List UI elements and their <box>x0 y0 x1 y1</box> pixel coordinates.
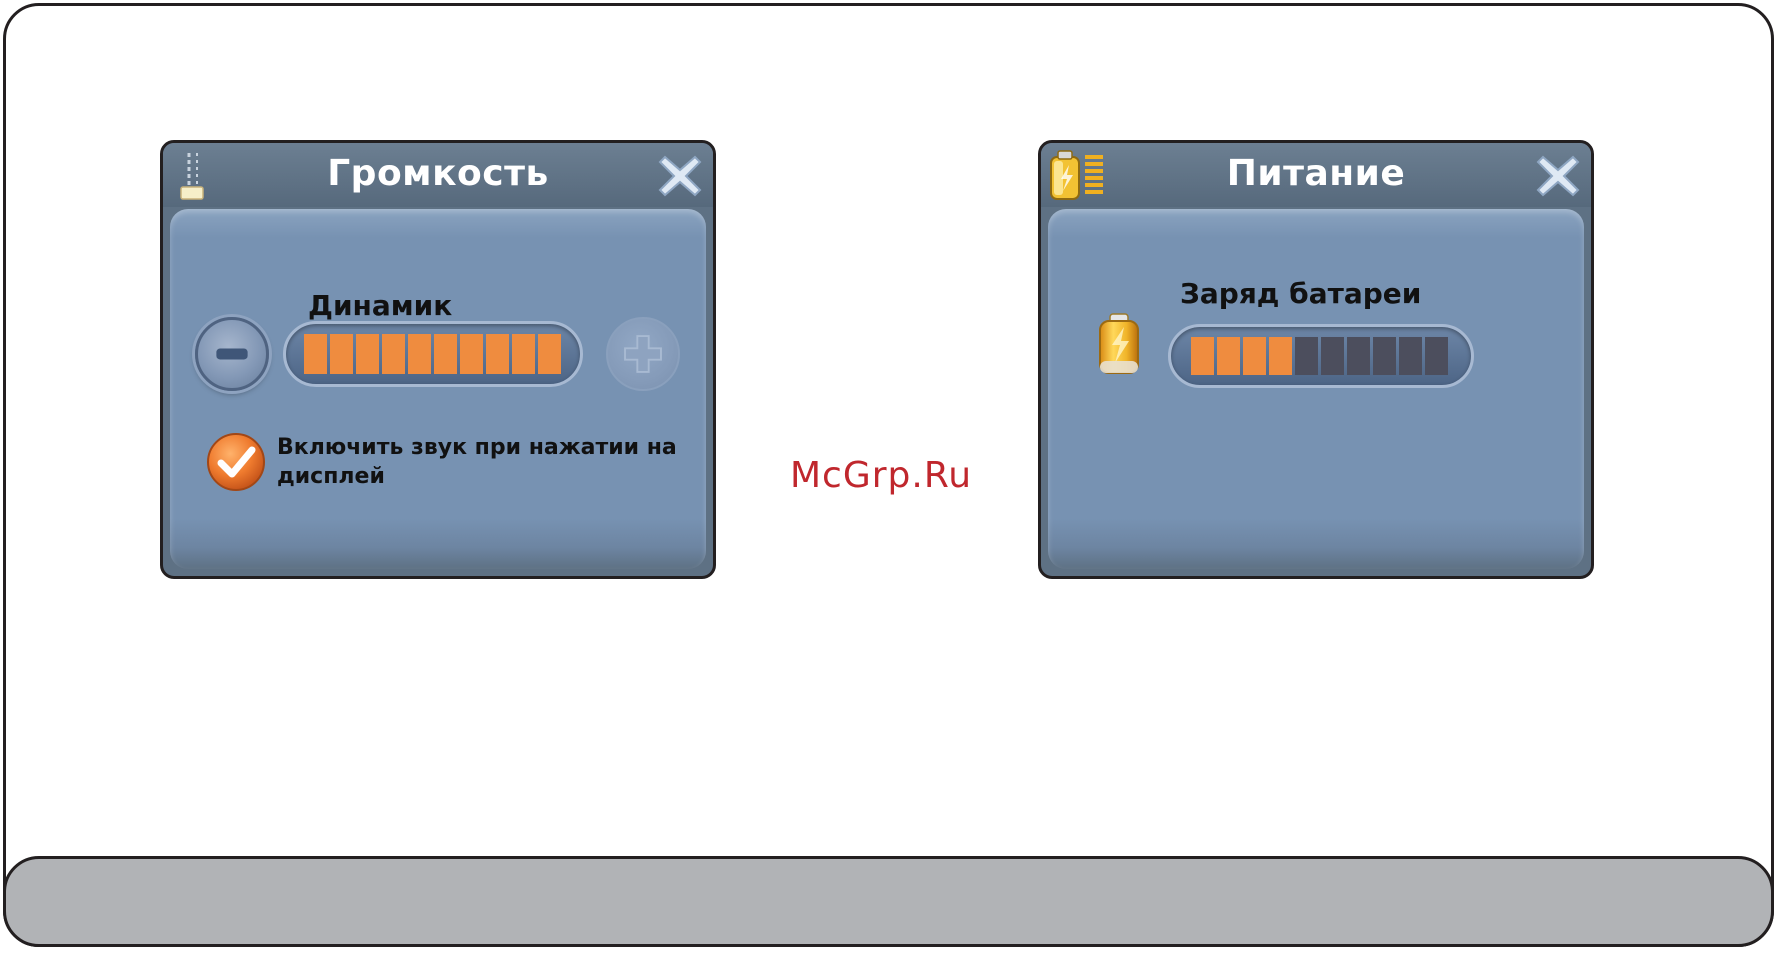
volume-level-segment <box>330 334 353 374</box>
volume-level-segment <box>382 334 405 374</box>
footer-bar <box>3 856 1774 947</box>
battery-level-segment <box>1269 337 1292 375</box>
plus-icon <box>624 335 662 373</box>
power-titlebar: Питание <box>1041 143 1591 207</box>
volume-level-segment <box>512 334 535 374</box>
decrease-volume-button[interactable] <box>195 317 269 391</box>
tap-sound-label-line1: Включить звук при нажатии на <box>277 435 677 460</box>
battery-level-segment <box>1399 337 1422 375</box>
volume-panel: Динамик Включить звук при нажатии на дис… <box>170 209 706 569</box>
volume-level-segment <box>408 334 431 374</box>
battery-level-segment <box>1425 337 1448 375</box>
volume-level-segment <box>538 334 561 374</box>
volume-level-segment <box>356 334 379 374</box>
power-dialog: Питание Заряд батареи <box>1038 140 1594 579</box>
battery-level-segment <box>1217 337 1240 375</box>
dialog-title: Питание <box>1226 153 1406 194</box>
close-icon[interactable] <box>1535 153 1581 199</box>
battery-charge-bar <box>1168 324 1474 388</box>
battery-level-segment <box>1373 337 1396 375</box>
battery-level-segment <box>1243 337 1266 375</box>
battery-level-segment <box>1295 337 1318 375</box>
close-icon[interactable] <box>657 153 703 199</box>
tap-sound-label: Включить звук при нажатии на дисплей <box>277 433 677 491</box>
battery-charge-label: Заряд батареи <box>1180 277 1422 310</box>
battery-icon <box>1099 313 1139 374</box>
volume-level-segment <box>460 334 483 374</box>
dialog-title: Громкость <box>327 153 549 194</box>
speaker-label: Динамик <box>308 289 453 322</box>
volume-dialog: Громкость Динамик Включить звук при нажа… <box>160 140 716 579</box>
power-panel: Заряд батареи <box>1048 209 1584 569</box>
volume-level-segment <box>434 334 457 374</box>
tap-sound-label-line2: дисплей <box>277 464 385 489</box>
volume-level-segment <box>486 334 509 374</box>
volume-level-segments <box>304 334 561 374</box>
battery-level-segment <box>1347 337 1370 375</box>
watermark: McGrp.Ru <box>790 455 973 496</box>
battery-level-segments <box>1191 337 1448 375</box>
volume-level-segment <box>304 334 327 374</box>
volume-titlebar: Громкость <box>163 143 713 207</box>
increase-volume-button[interactable] <box>606 317 680 391</box>
battery-level-segment <box>1191 337 1214 375</box>
battery-level-segment <box>1321 337 1344 375</box>
tap-sound-checkbox[interactable] <box>205 431 267 493</box>
minus-icon <box>216 348 248 360</box>
speaker-volume-bar[interactable] <box>283 321 583 387</box>
